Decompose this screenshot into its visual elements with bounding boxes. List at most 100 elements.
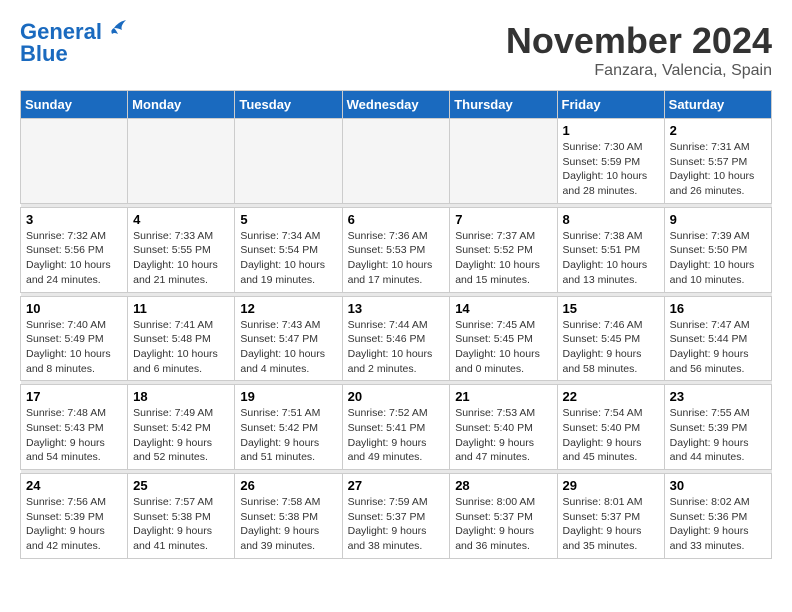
calendar-cell: 22 Sunrise: 7:54 AMSunset: 5:40 PMDayligh… (557, 385, 664, 470)
day-number: 1 (563, 123, 659, 138)
day-number: 24 (26, 478, 122, 493)
calendar-cell (128, 119, 235, 204)
day-number: 21 (455, 389, 551, 404)
day-info: Sunrise: 7:48 AMSunset: 5:43 PMDaylight:… (26, 406, 122, 465)
day-number: 29 (563, 478, 659, 493)
day-info: Sunrise: 7:55 AMSunset: 5:39 PMDaylight:… (670, 406, 766, 465)
header-tuesday: Tuesday (235, 91, 342, 119)
calendar-cell: 27 Sunrise: 7:59 AMSunset: 5:37 PMDayligh… (342, 474, 450, 559)
calendar-cell: 6 Sunrise: 7:36 AMSunset: 5:53 PMDaylight… (342, 207, 450, 292)
day-number: 20 (348, 389, 445, 404)
header-sunday: Sunday (21, 91, 128, 119)
day-number: 6 (348, 212, 445, 227)
day-info: Sunrise: 7:53 AMSunset: 5:40 PMDaylight:… (455, 406, 551, 465)
calendar-cell: 9 Sunrise: 7:39 AMSunset: 5:50 PMDaylight… (664, 207, 771, 292)
day-info: Sunrise: 8:00 AMSunset: 5:37 PMDaylight:… (455, 495, 551, 554)
header-friday: Friday (557, 91, 664, 119)
calendar-cell: 13 Sunrise: 7:44 AMSunset: 5:46 PMDayligh… (342, 296, 450, 381)
calendar-cell: 29 Sunrise: 8:01 AMSunset: 5:37 PMDayligh… (557, 474, 664, 559)
day-number: 22 (563, 389, 659, 404)
day-info: Sunrise: 7:46 AMSunset: 5:45 PMDaylight:… (563, 318, 659, 377)
day-number: 3 (26, 212, 122, 227)
day-number: 28 (455, 478, 551, 493)
day-number: 13 (348, 301, 445, 316)
calendar-cell: 5 Sunrise: 7:34 AMSunset: 5:54 PMDaylight… (235, 207, 342, 292)
day-number: 23 (670, 389, 766, 404)
day-info: Sunrise: 7:30 AMSunset: 5:59 PMDaylight:… (563, 140, 659, 199)
day-info: Sunrise: 7:31 AMSunset: 5:57 PMDaylight:… (670, 140, 766, 199)
calendar-cell (342, 119, 450, 204)
day-number: 26 (240, 478, 336, 493)
day-number: 8 (563, 212, 659, 227)
calendar-header-row: SundayMondayTuesdayWednesdayThursdayFrid… (21, 91, 772, 119)
calendar-cell: 18Sunrise: 7:49 AMSunset: 5:42 PMDayligh… (128, 385, 235, 470)
day-info: Sunrise: 7:52 AMSunset: 5:41 PMDaylight:… (348, 406, 445, 465)
day-number: 11 (133, 301, 229, 316)
calendar-cell: 2 Sunrise: 7:31 AMSunset: 5:57 PMDaylight… (664, 119, 771, 204)
day-number: 4 (133, 212, 229, 227)
calendar-cell: 26Sunrise: 7:58 AMSunset: 5:38 PMDayligh… (235, 474, 342, 559)
day-info: Sunrise: 7:56 AMSunset: 5:39 PMDaylight:… (26, 495, 122, 554)
day-info: Sunrise: 7:32 AMSunset: 5:56 PMDaylight:… (26, 229, 122, 288)
day-info: Sunrise: 7:45 AMSunset: 5:45 PMDaylight:… (455, 318, 551, 377)
day-number: 17 (26, 389, 122, 404)
calendar-cell: 1 Sunrise: 7:30 AMSunset: 5:59 PMDaylight… (557, 119, 664, 204)
day-info: Sunrise: 7:51 AMSunset: 5:42 PMDaylight:… (240, 406, 336, 465)
calendar-cell: 3 Sunrise: 7:32 AMSunset: 5:56 PMDaylight… (21, 207, 128, 292)
week-row-2: 3 Sunrise: 7:32 AMSunset: 5:56 PMDaylight… (21, 207, 772, 292)
day-info: Sunrise: 7:33 AMSunset: 5:55 PMDaylight:… (133, 229, 229, 288)
day-number: 19 (240, 389, 336, 404)
day-info: Sunrise: 7:38 AMSunset: 5:51 PMDaylight:… (563, 229, 659, 288)
calendar-cell: 21 Sunrise: 7:53 AMSunset: 5:40 PMDayligh… (450, 385, 557, 470)
day-info: Sunrise: 7:49 AMSunset: 5:42 PMDaylight:… (133, 406, 229, 465)
location: Fanzara, Valencia, Spain (506, 62, 772, 80)
calendar-table: SundayMondayTuesdayWednesdayThursdayFrid… (20, 90, 772, 559)
day-number: 2 (670, 123, 766, 138)
calendar-cell: 24 Sunrise: 7:56 AMSunset: 5:39 PMDayligh… (21, 474, 128, 559)
calendar-cell: 16 Sunrise: 7:47 AMSunset: 5:44 PMDayligh… (664, 296, 771, 381)
day-info: Sunrise: 7:39 AMSunset: 5:50 PMDaylight:… (670, 229, 766, 288)
day-number: 14 (455, 301, 551, 316)
day-info: Sunrise: 7:44 AMSunset: 5:46 PMDaylight:… (348, 318, 445, 377)
day-info: Sunrise: 8:02 AMSunset: 5:36 PMDaylight:… (670, 495, 766, 554)
day-number: 5 (240, 212, 336, 227)
calendar-cell: 10 Sunrise: 7:40 AMSunset: 5:49 PMDayligh… (21, 296, 128, 381)
calendar-cell: 14 Sunrise: 7:45 AMSunset: 5:45 PMDayligh… (450, 296, 557, 381)
day-number: 9 (670, 212, 766, 227)
calendar-cell: 19 Sunrise: 7:51 AMSunset: 5:42 PMDayligh… (235, 385, 342, 470)
title-area: November 2024 Fanzara, Valencia, Spain (506, 20, 772, 80)
day-number: 12 (240, 301, 336, 316)
day-info: Sunrise: 7:57 AMSunset: 5:38 PMDaylight:… (133, 495, 229, 554)
calendar-cell: 7 Sunrise: 7:37 AMSunset: 5:52 PMDaylight… (450, 207, 557, 292)
day-info: Sunrise: 7:43 AMSunset: 5:47 PMDaylight:… (240, 318, 336, 377)
header-saturday: Saturday (664, 91, 771, 119)
day-info: Sunrise: 7:34 AMSunset: 5:54 PMDaylight:… (240, 229, 336, 288)
header-monday: Monday (128, 91, 235, 119)
day-number: 27 (348, 478, 445, 493)
day-info: Sunrise: 7:41 AMSunset: 5:48 PMDaylight:… (133, 318, 229, 377)
logo-blue-text: Blue (20, 42, 68, 66)
calendar-cell: 8 Sunrise: 7:38 AMSunset: 5:51 PMDaylight… (557, 207, 664, 292)
week-row-4: 17 Sunrise: 7:48 AMSunset: 5:43 PMDayligh… (21, 385, 772, 470)
calendar-cell: 25Sunrise: 7:57 AMSunset: 5:38 PMDayligh… (128, 474, 235, 559)
header-thursday: Thursday (450, 91, 557, 119)
calendar-cell: 28 Sunrise: 8:00 AMSunset: 5:37 PMDayligh… (450, 474, 557, 559)
day-info: Sunrise: 7:54 AMSunset: 5:40 PMDaylight:… (563, 406, 659, 465)
calendar-cell: 23 Sunrise: 7:55 AMSunset: 5:39 PMDayligh… (664, 385, 771, 470)
logo-bird-icon (104, 20, 126, 40)
day-number: 15 (563, 301, 659, 316)
day-info: Sunrise: 7:37 AMSunset: 5:52 PMDaylight:… (455, 229, 551, 288)
day-number: 16 (670, 301, 766, 316)
month-title: November 2024 (506, 20, 772, 62)
day-number: 10 (26, 301, 122, 316)
day-info: Sunrise: 7:59 AMSunset: 5:37 PMDaylight:… (348, 495, 445, 554)
calendar-cell: 11 Sunrise: 7:41 AMSunset: 5:48 PMDayligh… (128, 296, 235, 381)
day-info: Sunrise: 8:01 AMSunset: 5:37 PMDaylight:… (563, 495, 659, 554)
day-number: 7 (455, 212, 551, 227)
day-info: Sunrise: 7:40 AMSunset: 5:49 PMDaylight:… (26, 318, 122, 377)
calendar-cell: 12 Sunrise: 7:43 AMSunset: 5:47 PMDayligh… (235, 296, 342, 381)
logo: General Blue (20, 20, 126, 66)
day-info: Sunrise: 7:36 AMSunset: 5:53 PMDaylight:… (348, 229, 445, 288)
day-info: Sunrise: 7:47 AMSunset: 5:44 PMDaylight:… (670, 318, 766, 377)
calendar-cell: 17 Sunrise: 7:48 AMSunset: 5:43 PMDayligh… (21, 385, 128, 470)
